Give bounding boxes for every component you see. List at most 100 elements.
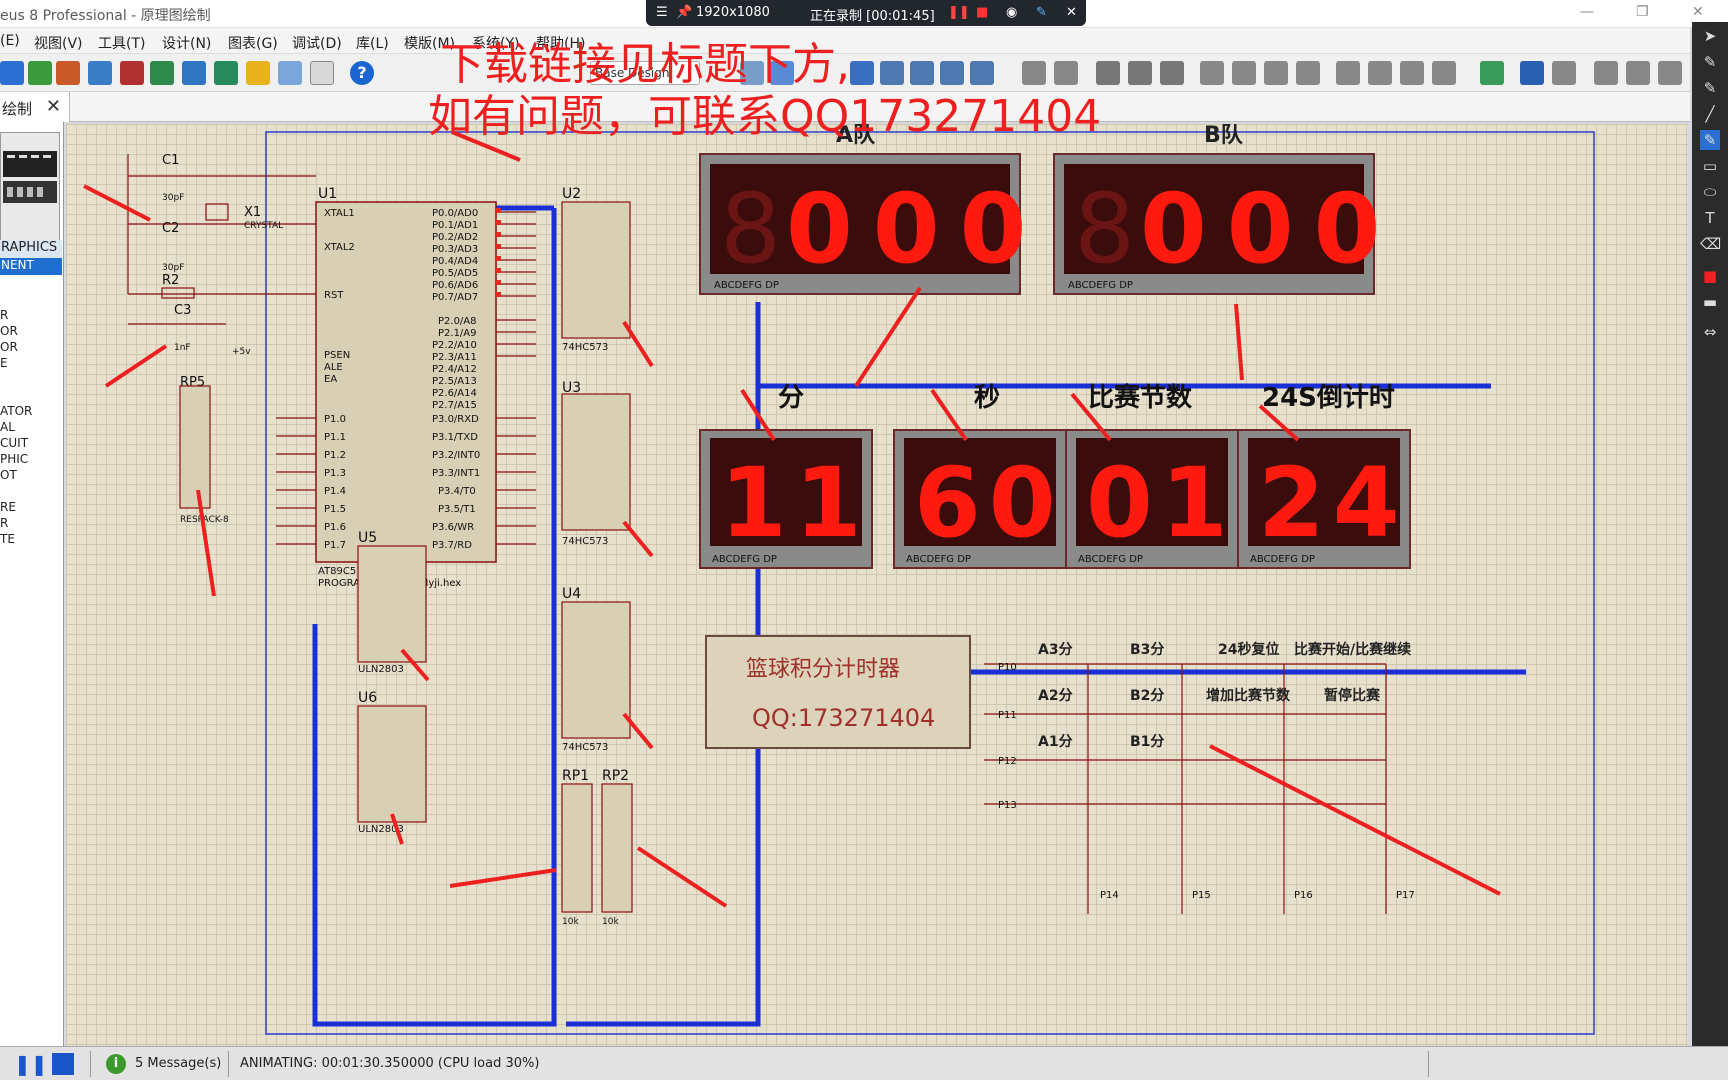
- sidebar-item-selected[interactable]: NENT: [0, 258, 62, 275]
- wire-label-icon[interactable]: ╱: [1700, 104, 1720, 124]
- copy-icon[interactable]: [1128, 61, 1152, 85]
- sidebar-item[interactable]: TE: [0, 532, 15, 546]
- svg-text:P0.2/AD2: P0.2/AD2: [432, 232, 478, 243]
- round-label: 比赛节数: [1088, 382, 1193, 413]
- pause-sim-icon[interactable]: ❚❚: [14, 1053, 48, 1075]
- component-mode-icon[interactable]: ✎: [1700, 52, 1720, 72]
- minimize-icon[interactable]: —: [1580, 4, 1594, 20]
- sidebar-item[interactable]: R: [0, 516, 8, 530]
- schematic-icon[interactable]: [88, 61, 112, 85]
- color-swatch-icon[interactable]: ■: [1700, 266, 1720, 286]
- schematic-canvas[interactable]: U1 AT89C51 PROGRAM=..\程序\pinlyji.hex XTA…: [66, 123, 1688, 1046]
- chip-u1: U1 AT89C51 PROGRAM=..\程序\pinlyji.hex XTA…: [276, 186, 536, 589]
- key-row-label: P12: [998, 756, 1017, 767]
- box-mode-icon[interactable]: ▭: [1700, 156, 1720, 176]
- package-tool-icon[interactable]: [1400, 61, 1424, 85]
- crystal-label: CRYSTAL: [244, 221, 283, 231]
- status-bar: ❚❚ i 5 Message(s) ANIMATING: 00:01:30.35…: [0, 1046, 1728, 1080]
- menu-icon[interactable]: ☰: [656, 5, 668, 20]
- camera-icon[interactable]: ◉: [1006, 5, 1017, 20]
- design-explorer-icon[interactable]: [214, 61, 238, 85]
- block-copy-icon[interactable]: [1200, 61, 1224, 85]
- c3-label: C3: [174, 303, 191, 318]
- close-tab-icon[interactable]: ✕: [46, 96, 61, 117]
- new-sheet-icon[interactable]: [1594, 61, 1618, 85]
- home-icon[interactable]: [56, 61, 80, 85]
- source-code-icon[interactable]: [278, 61, 302, 85]
- menu-graph[interactable]: 图表(G): [228, 33, 278, 53]
- button-b3: B3分: [1130, 642, 1164, 658]
- svg-text:P0.3/AD3: P0.3/AD3: [432, 244, 478, 255]
- button-a3: A3分: [1038, 642, 1073, 658]
- pause-icon[interactable]: ❚❚: [948, 5, 970, 20]
- pin-icon[interactable]: 📌: [676, 5, 692, 20]
- stop-sim-icon[interactable]: [52, 1053, 74, 1075]
- stop-icon[interactable]: ■: [976, 5, 988, 20]
- svg-text:P3.0/RXD: P3.0/RXD: [432, 414, 479, 425]
- help-icon[interactable]: ?: [350, 61, 374, 85]
- select-mode-icon[interactable]: ➤: [1700, 26, 1720, 46]
- x1-label: X1: [244, 205, 261, 220]
- pen-icon[interactable]: ✎: [1036, 5, 1047, 20]
- sidebar-header: RAPHICS: [0, 240, 62, 258]
- block-rotate-icon[interactable]: [1264, 61, 1288, 85]
- sidebar-item[interactable]: OR: [0, 340, 18, 354]
- button-b1: B1分: [1130, 734, 1164, 750]
- menu-library[interactable]: 库(L): [356, 33, 389, 53]
- text-mode-icon[interactable]: T: [1700, 208, 1720, 228]
- sidebar-item[interactable]: AL: [0, 420, 15, 434]
- svg-text:P3.3/INT1: P3.3/INT1: [432, 468, 480, 479]
- search-icon[interactable]: [1520, 61, 1544, 85]
- block-move-icon[interactable]: [1232, 61, 1256, 85]
- close-recorder-icon[interactable]: ✕: [1066, 5, 1077, 20]
- path-mode-icon[interactable]: ⬭: [1700, 182, 1720, 202]
- menu-edit[interactable]: (E): [0, 33, 20, 49]
- sidebar-item[interactable]: OR: [0, 324, 18, 338]
- eraser-icon[interactable]: ⌫: [1700, 234, 1721, 254]
- svg-text:P1.3: P1.3: [324, 468, 346, 479]
- property-tool-icon[interactable]: [1552, 61, 1576, 85]
- make-device-icon[interactable]: [1368, 61, 1392, 85]
- swap-icon[interactable]: ⇔: [1700, 322, 1720, 342]
- title-box-line2: QQ:173271404: [752, 704, 935, 732]
- line-mode-icon[interactable]: ✎: [1700, 130, 1720, 150]
- decompose-icon[interactable]: [1432, 61, 1456, 85]
- messages-count[interactable]: 5 Message(s): [135, 1056, 221, 1071]
- u1-label: U1: [318, 186, 337, 202]
- junction-icon[interactable]: ✎: [1700, 78, 1720, 98]
- open-icon[interactable]: [0, 61, 24, 85]
- document-icon[interactable]: [310, 61, 334, 85]
- sidebar-item[interactable]: E: [0, 356, 8, 370]
- wire-autoroute-icon[interactable]: [1480, 61, 1504, 85]
- menu-view[interactable]: 视图(V): [34, 33, 83, 53]
- c3-value: 1nF: [174, 343, 191, 353]
- pick-device-icon[interactable]: [1336, 61, 1360, 85]
- sidebar-item[interactable]: OT: [0, 468, 17, 482]
- pcb-icon[interactable]: [120, 61, 144, 85]
- gerber-icon[interactable]: [182, 61, 206, 85]
- rp2-value: 10k: [602, 917, 619, 927]
- tab-schematic[interactable]: 绘制 ✕: [0, 92, 70, 122]
- overview-preview[interactable]: [0, 132, 60, 244]
- import-icon[interactable]: [28, 61, 52, 85]
- sidebar-item[interactable]: ATOR: [0, 404, 32, 418]
- button-a1: A1分: [1038, 734, 1073, 750]
- block-delete-icon[interactable]: [1296, 61, 1320, 85]
- exit-parent-icon[interactable]: [1658, 61, 1682, 85]
- menu-design[interactable]: 设计(N): [162, 33, 211, 53]
- menu-debug[interactable]: 调试(D): [292, 33, 342, 53]
- remove-sheet-icon[interactable]: [1626, 61, 1650, 85]
- line-width-icon[interactable]: ▬: [1700, 292, 1720, 312]
- paste-icon[interactable]: [1160, 61, 1184, 85]
- menu-tools[interactable]: 工具(T): [98, 33, 145, 53]
- sidebar-item[interactable]: R: [0, 308, 8, 322]
- maximize-icon[interactable]: ❐: [1636, 4, 1649, 20]
- sidebar-item[interactable]: CUIT: [0, 436, 28, 450]
- sidebar-item[interactable]: PHIC: [0, 452, 28, 466]
- svg-text:P3.1/TXD: P3.1/TXD: [432, 432, 478, 443]
- u4-model: 74HC573: [562, 742, 608, 753]
- close-icon[interactable]: ✕: [1692, 4, 1704, 20]
- sidebar-item[interactable]: RE: [0, 500, 16, 514]
- bom-icon[interactable]: [246, 61, 270, 85]
- 3d-icon[interactable]: [150, 61, 174, 85]
